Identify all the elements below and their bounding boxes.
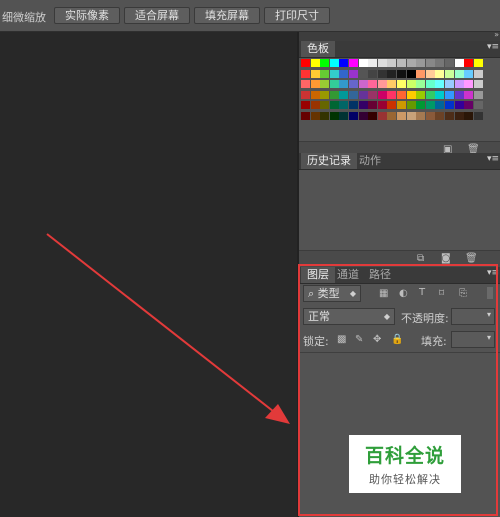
watermark-subtitle: 助你轻松解决 bbox=[369, 473, 441, 486]
watermark-logo: 百科全说 助你轻松解决 bbox=[349, 435, 461, 493]
watermark-title: 百科全说 bbox=[364, 445, 445, 467]
